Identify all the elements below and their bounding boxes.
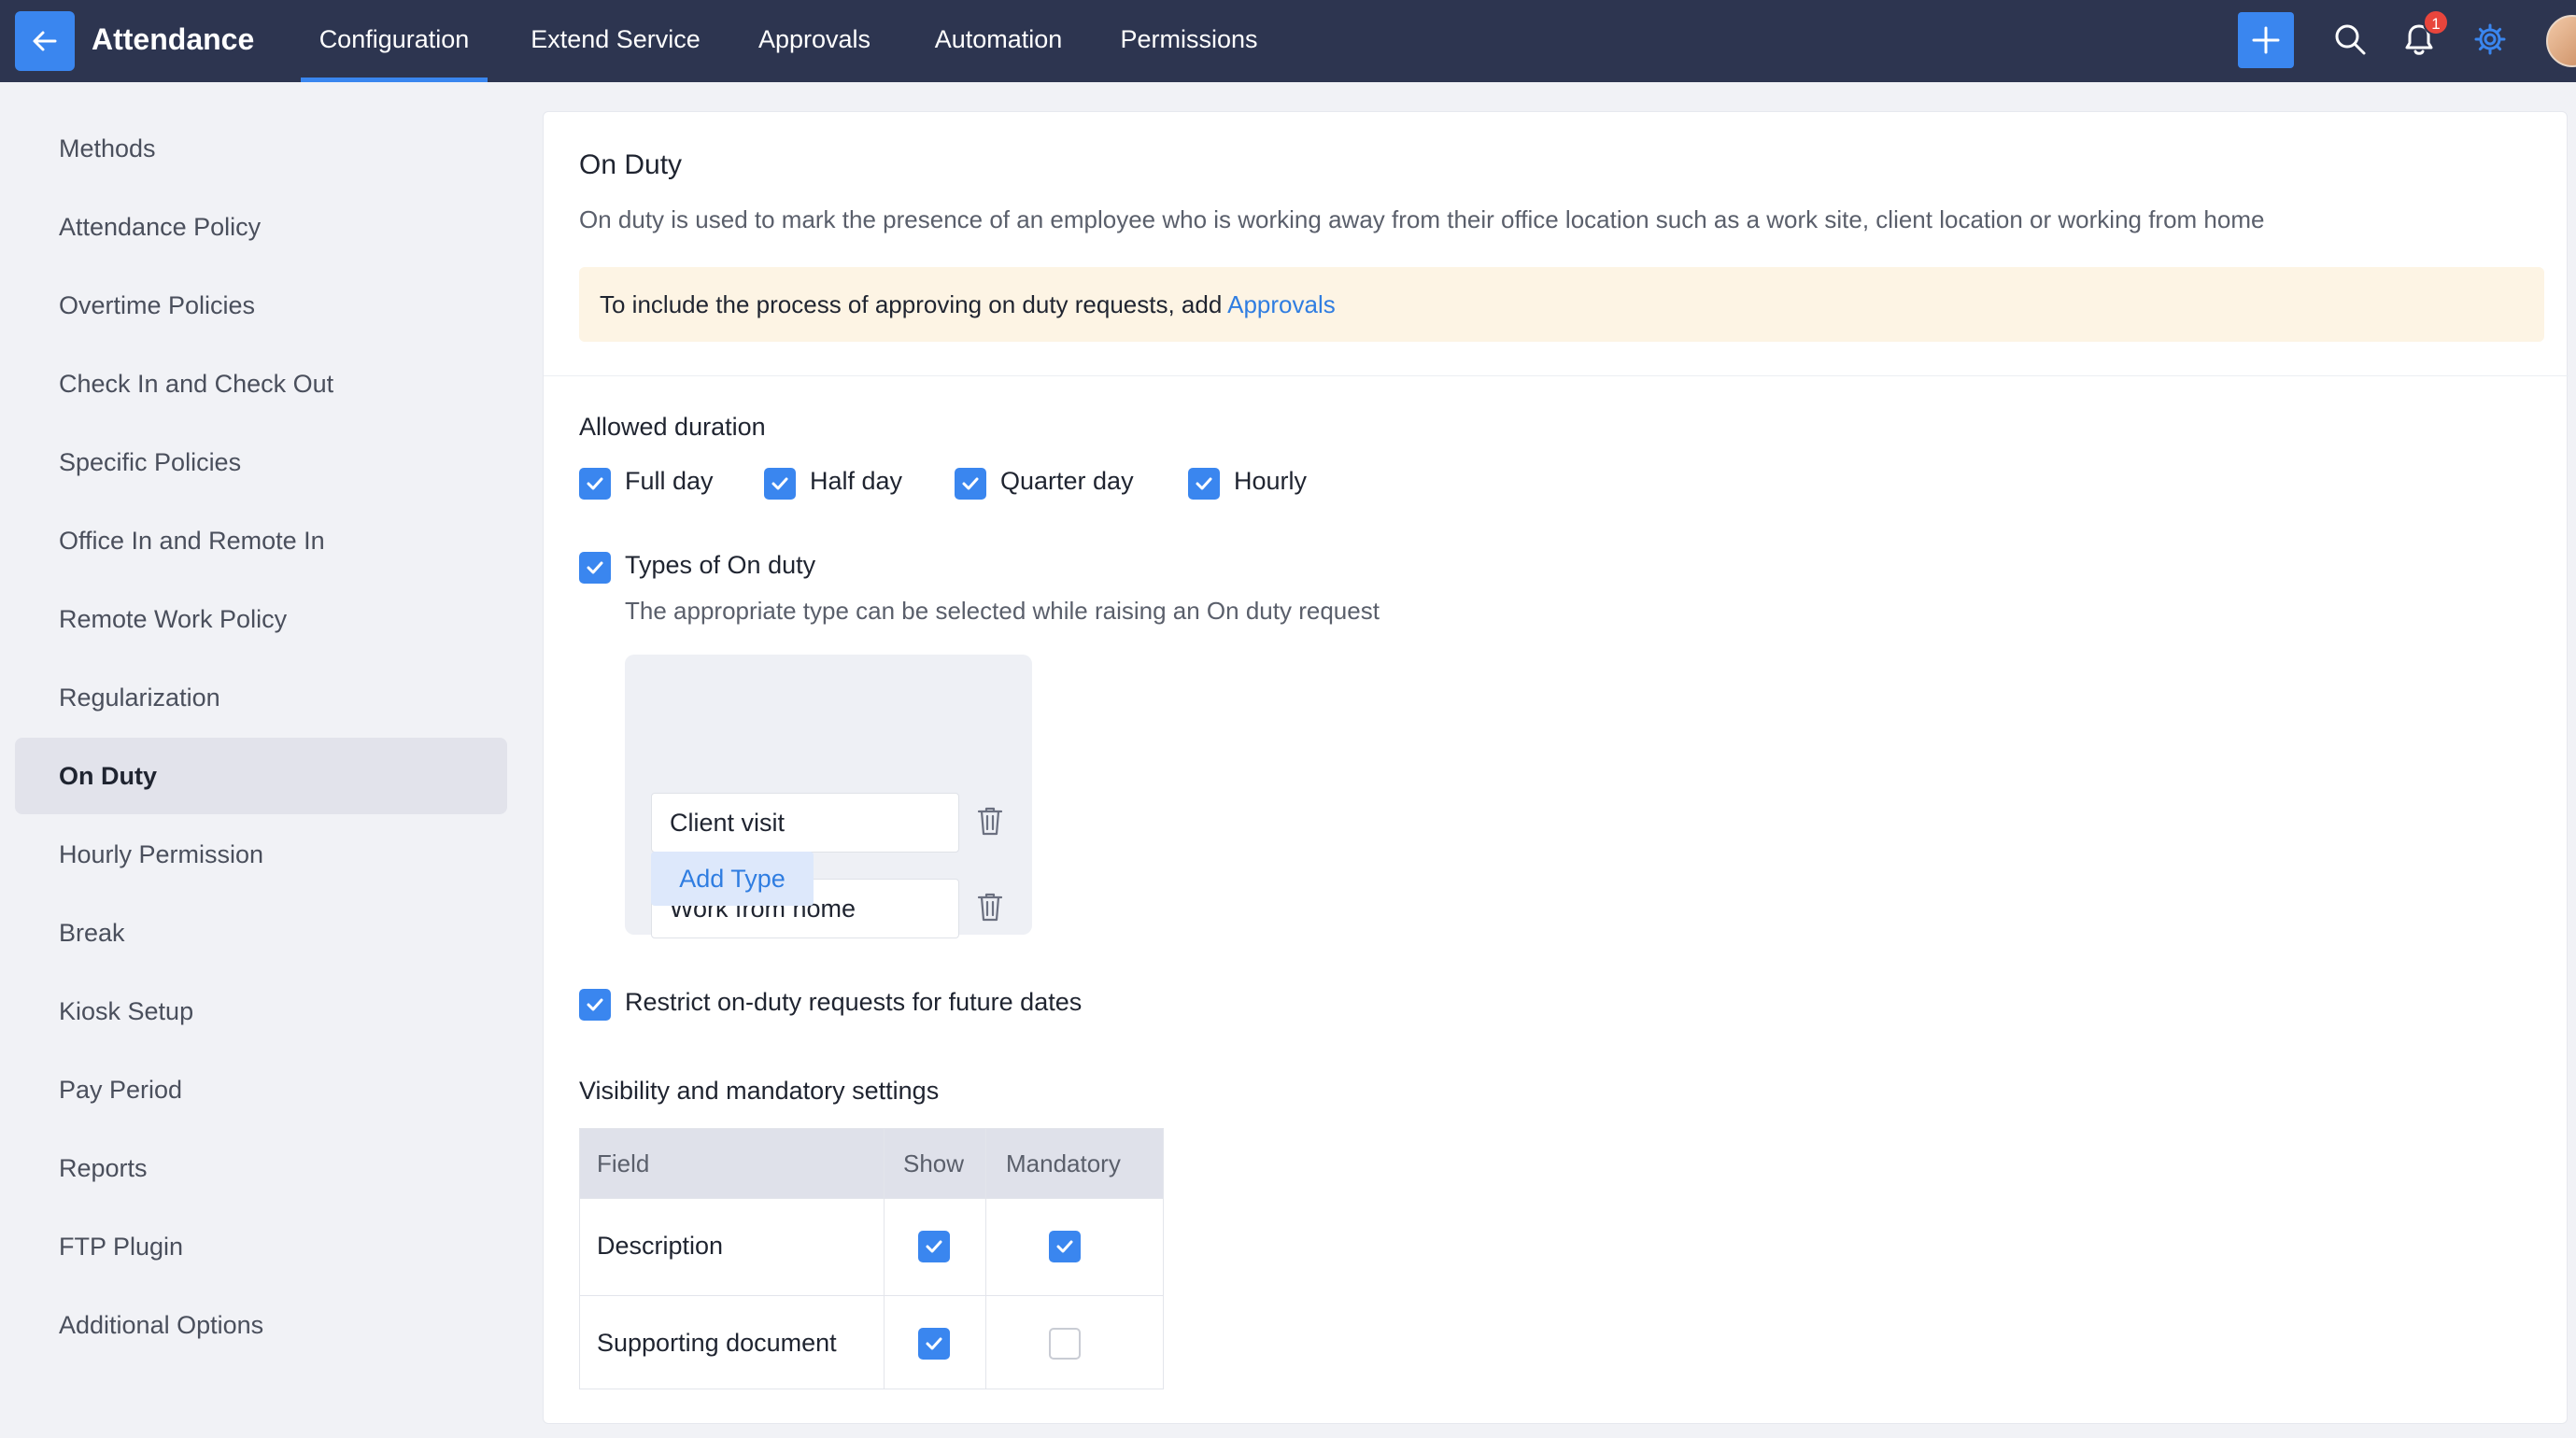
- allowed-duration-label: Allowed duration: [579, 413, 766, 441]
- arrow-left-icon: [33, 31, 57, 51]
- sidebar-item-ftp-plugin[interactable]: FTP Plugin: [15, 1208, 507, 1285]
- half-day-label: Half day: [810, 467, 903, 495]
- sidebar-item-attendance-policy[interactable]: Attendance Policy: [15, 189, 507, 265]
- sidebar-item-overtime-policies[interactable]: Overtime Policies: [15, 267, 507, 344]
- approval-notice: To include the process of approving on d…: [579, 267, 2544, 342]
- types-of-on-duty-checkbox[interactable]: [579, 552, 611, 584]
- sidebar-item-pay-period[interactable]: Pay Period: [15, 1051, 507, 1128]
- hourly-checkbox[interactable]: [1188, 468, 1220, 500]
- trash-icon[interactable]: [976, 891, 1004, 923]
- check-icon: [587, 477, 603, 490]
- column-header-field: Field: [597, 1149, 650, 1177]
- quarter-day-label: Quarter day: [1000, 467, 1134, 495]
- visibility-settings-label: Visibility and mandatory settings: [579, 1077, 940, 1105]
- sidebar-item-check-in-out[interactable]: Check In and Check Out: [15, 345, 507, 422]
- sidebar-item-on-duty[interactable]: On Duty: [15, 738, 507, 814]
- row-divider: [580, 1295, 1163, 1296]
- gear-icon: [2474, 23, 2506, 55]
- top-bar: Attendance Configuration Extend Service …: [0, 0, 2576, 82]
- sidebar-item-break[interactable]: Break: [15, 895, 507, 971]
- supporting-document-mandatory-checkbox[interactable]: [1049, 1328, 1081, 1360]
- types-description: The appropriate type can be selected whi…: [625, 597, 1380, 625]
- sidebar-item-kiosk-setup[interactable]: Kiosk Setup: [15, 973, 507, 1050]
- column-header-mandatory: Mandatory: [1006, 1149, 1121, 1177]
- column-divider: [985, 1129, 986, 1389]
- avatar[interactable]: [2546, 15, 2576, 67]
- tab-permissions[interactable]: Permissions: [1117, 0, 1261, 82]
- check-icon: [587, 998, 603, 1011]
- search-button[interactable]: [2329, 19, 2371, 60]
- sidebar-item-specific-policies[interactable]: Specific Policies: [15, 424, 507, 500]
- supporting-document-show-checkbox[interactable]: [918, 1328, 950, 1360]
- sidebar: Methods Attendance Policy Overtime Polic…: [0, 82, 523, 1438]
- restrict-future-dates-label: Restrict on-duty requests for future dat…: [625, 988, 1083, 1016]
- hourly-label: Hourly: [1234, 467, 1308, 495]
- column-header-show: Show: [903, 1149, 965, 1177]
- search-icon: [2335, 24, 2366, 55]
- check-icon: [926, 1337, 942, 1350]
- divider: [544, 375, 2569, 376]
- add-button[interactable]: [2238, 12, 2294, 68]
- back-button[interactable]: [15, 11, 75, 71]
- notification-badge: 1: [2423, 9, 2449, 35]
- on-duty-settings-card: On Duty On duty is used to mark the pres…: [543, 111, 2569, 1424]
- quarter-day-checkbox[interactable]: [955, 468, 986, 500]
- restrict-future-dates-checkbox[interactable]: [579, 989, 611, 1021]
- tab-extend-service[interactable]: Extend Service: [523, 0, 708, 82]
- check-icon: [1056, 1240, 1073, 1253]
- tab-automation[interactable]: Automation: [925, 0, 1072, 82]
- full-day-label: Full day: [625, 467, 714, 495]
- check-icon: [587, 561, 603, 574]
- app-title: Attendance: [92, 22, 255, 56]
- row-divider: [580, 1198, 1163, 1199]
- check-icon: [1196, 477, 1212, 490]
- row-field-supporting-document: Supporting document: [597, 1329, 837, 1357]
- types-of-on-duty-label: Types of On duty: [625, 551, 816, 579]
- sidebar-item-reports[interactable]: Reports: [15, 1130, 507, 1206]
- notice-text: To include the process of approving on d…: [600, 290, 1228, 318]
- visibility-table: Field Show Mandatory Description Support…: [579, 1128, 1164, 1389]
- sidebar-item-hourly-permission[interactable]: Hourly Permission: [15, 816, 507, 893]
- approvals-link[interactable]: Approvals: [1227, 290, 1336, 318]
- add-type-button[interactable]: Add Type: [651, 852, 814, 906]
- types-list: Add Type: [625, 655, 1032, 938]
- tab-configuration[interactable]: Configuration: [301, 0, 488, 82]
- description-show-checkbox[interactable]: [918, 1231, 950, 1262]
- settings-button[interactable]: [2470, 19, 2511, 60]
- column-divider: [884, 1129, 885, 1389]
- description-mandatory-checkbox[interactable]: [1049, 1231, 1081, 1262]
- page-description: On duty is used to mark the presence of …: [579, 205, 2265, 233]
- check-icon: [926, 1240, 942, 1253]
- sidebar-item-remote-work-policy[interactable]: Remote Work Policy: [15, 581, 507, 657]
- tab-approvals[interactable]: Approvals: [751, 0, 878, 82]
- type-input-1[interactable]: [651, 793, 959, 853]
- sidebar-item-methods[interactable]: Methods: [15, 110, 507, 187]
- page-title: On Duty: [579, 149, 683, 180]
- check-icon: [962, 477, 979, 490]
- trash-icon[interactable]: [976, 805, 1004, 837]
- check-icon: [771, 477, 788, 490]
- sidebar-item-office-remote-in[interactable]: Office In and Remote In: [15, 502, 507, 579]
- sidebar-item-additional-options[interactable]: Additional Options: [15, 1287, 507, 1363]
- plus-icon: [2252, 26, 2280, 54]
- half-day-checkbox[interactable]: [764, 468, 796, 500]
- full-day-checkbox[interactable]: [579, 468, 611, 500]
- sidebar-item-regularization[interactable]: Regularization: [15, 659, 507, 736]
- row-field-description: Description: [597, 1232, 724, 1260]
